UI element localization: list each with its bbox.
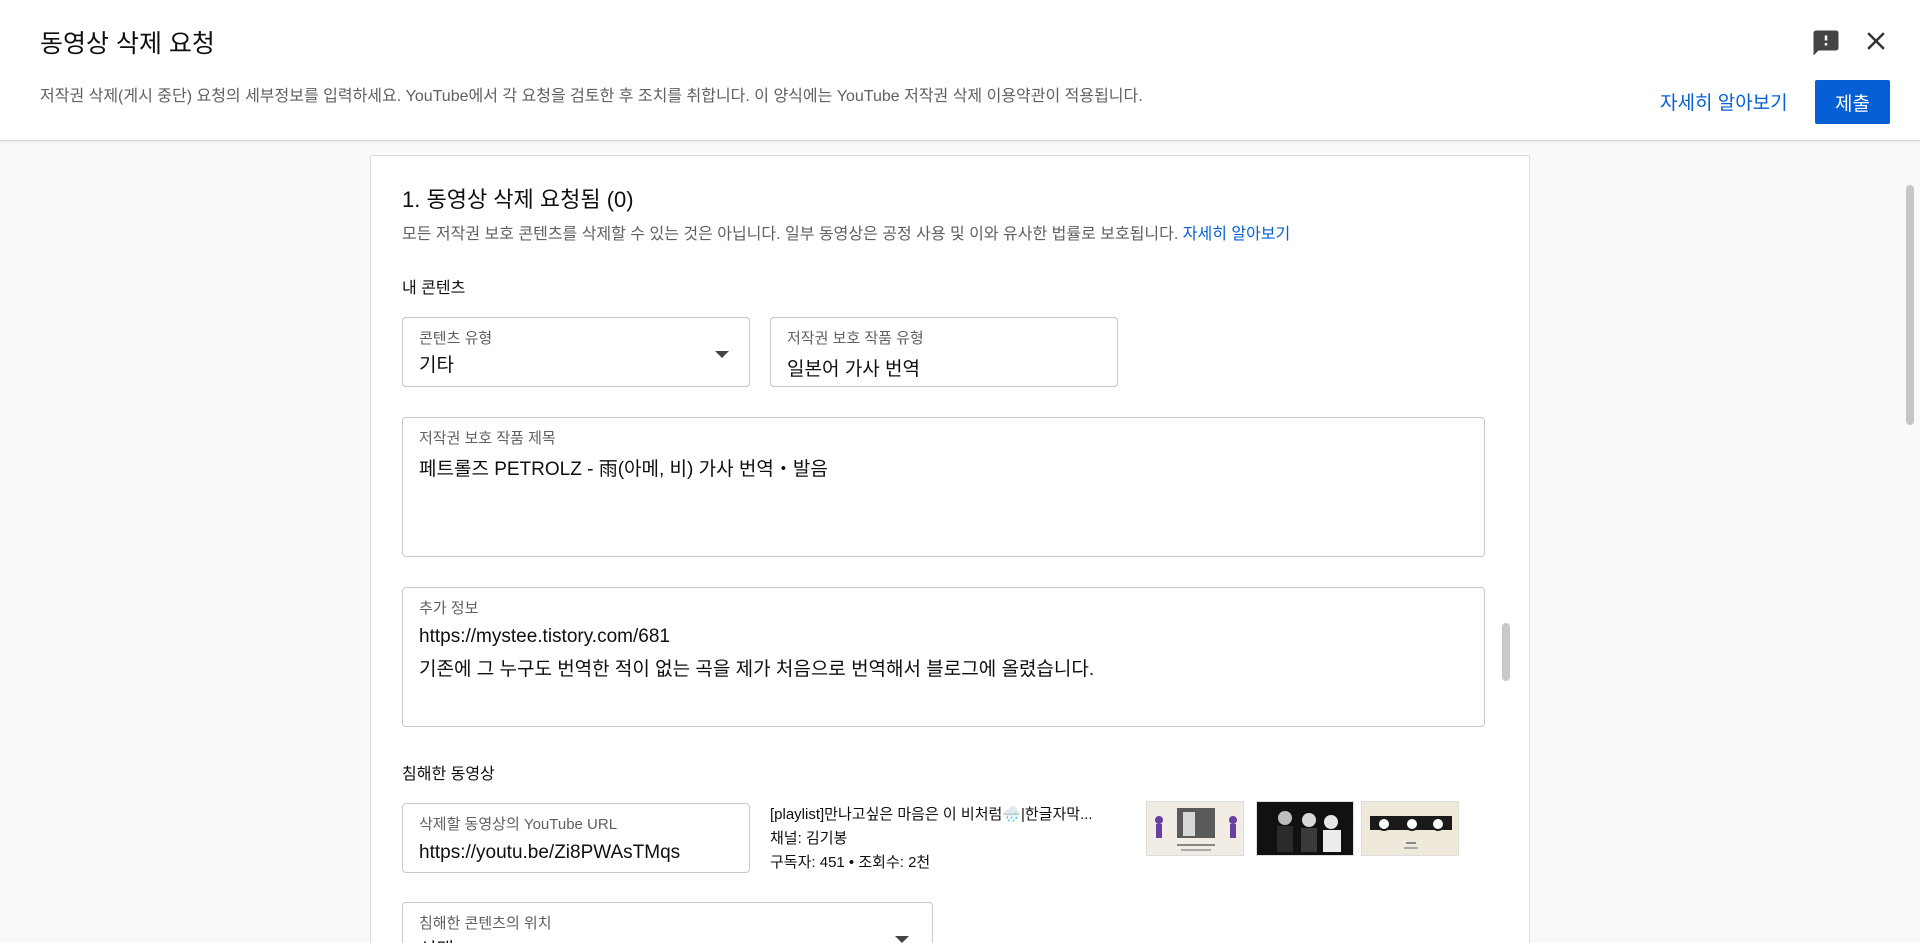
location-value: 선택 [419,935,454,943]
video-thumbnail-3 [1361,801,1459,856]
video-url-input[interactable]: 삭제할 동영상의 YouTube URL https://youtu.be/Zi… [402,803,750,873]
work-title-label: 저작권 보호 작품 제목 [419,430,556,447]
video-url-label: 삭제할 동영상의 YouTube URL [419,816,618,833]
work-title-value: 페트롤즈 PETROLZ - 雨(아메, 비) 가사 번역・발음 [419,459,828,480]
submit-button[interactable]: 제출 [1815,80,1890,124]
video-channel: 채널: 김기봉 [770,830,848,847]
video-title: [playlist]만나고싶은 마음은 이 비처럼🌧️|한글자막... [770,806,1093,823]
page-scrollbar[interactable] [1906,185,1914,425]
video-url-value: https://youtu.be/Zi8PWAsTMqs [419,842,681,863]
video-stats: 구독자: 451 • 조회수: 2천 [770,854,931,871]
additional-info-line2: 기존에 그 누구도 번역한 적이 없는 곡을 제가 처음으로 번역해서 블로그에… [419,659,1095,680]
location-label: 침해한 콘텐츠의 위치 [419,915,552,932]
dialog-title: 동영상 삭제 요청 [40,30,215,58]
work-type-label: 저작권 보호 작품 유형 [787,330,924,347]
section-description: 모든 저작권 보호 콘텐츠를 삭제할 수 있는 것은 아닙니다. 일부 동영상은… [402,220,1290,244]
work-type-input[interactable]: 저작권 보호 작품 유형 일본어 가사 번역 [770,317,1118,387]
takedown-form-card: 1. 동영상 삭제 요청됨 (0) 모든 저작권 보호 콘텐츠를 삭제할 수 있… [370,155,1530,943]
content-type-value: 기타 [419,355,454,376]
video-thumbnail-1 [1146,801,1244,856]
section-title: 1. 동영상 삭제 요청됨 (0) [402,187,634,212]
infringing-video-label: 침해한 동영상 [402,766,495,783]
close-icon[interactable] [1861,26,1891,56]
textarea-scrollbar[interactable] [1502,623,1510,681]
content-type-select[interactable]: 콘텐츠 유형 기타 [402,317,750,387]
additional-info-label: 추가 정보 [419,600,479,617]
additional-info-line1: https://mystee.tistory.com/681 [419,626,670,647]
dialog-description: 저작권 삭제(게시 중단) 요청의 세부정보를 입력하세요. YouTube에서… [40,88,1143,105]
learn-more-link[interactable]: 자세히 알아보기 [1660,88,1788,115]
infringing-location-select[interactable]: 침해한 콘텐츠의 위치 선택 [402,902,933,943]
video-info: [playlist]만나고싶은 마음은 이 비처럼🌧️|한글자막... 채널: … [770,803,1140,872]
additional-info-textarea[interactable]: 추가 정보 https://mystee.tistory.com/681 기존에… [402,587,1510,727]
video-thumbnail-2 [1256,801,1354,856]
feedback-icon[interactable] [1811,28,1841,58]
caret-down-icon [715,351,729,358]
dialog-header: 동영상 삭제 요청 저작권 삭제(게시 중단) 요청의 세부정보를 입력하세요.… [0,0,1920,141]
content-type-label: 콘텐츠 유형 [419,330,493,347]
caret-down-icon [895,936,909,943]
section-description-text: 모든 저작권 보호 콘텐츠를 삭제할 수 있는 것은 아닙니다. 일부 동영상은… [402,226,1179,243]
section-learn-more-link[interactable]: 자세히 알아보기 [1183,226,1291,243]
work-type-value: 일본어 가사 번역 [787,359,920,380]
my-content-label: 내 콘텐츠 [402,280,466,297]
work-title-textarea[interactable]: 저작권 보호 작품 제목 페트롤즈 PETROLZ - 雨(아메, 비) 가사 … [402,417,1485,557]
